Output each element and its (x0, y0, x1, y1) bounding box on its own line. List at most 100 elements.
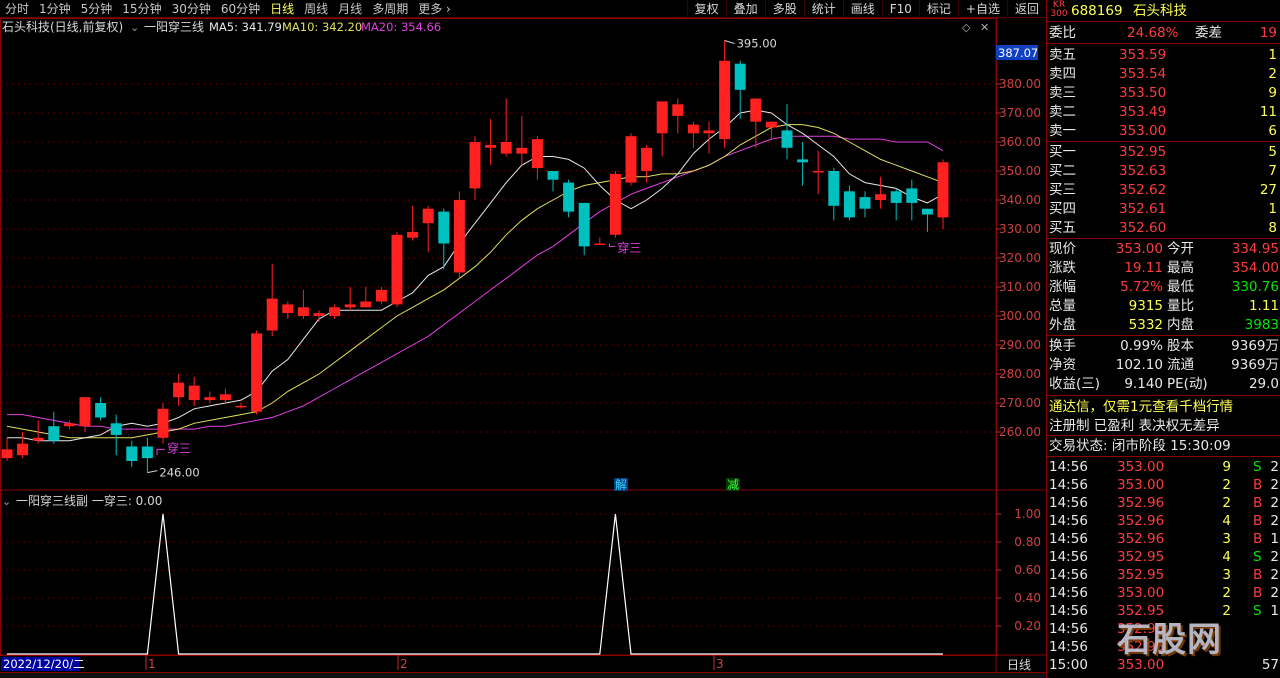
candle-body (375, 289, 387, 302)
bid-row: 买四 352.61 1 (1047, 200, 1280, 218)
tick-price: 352.96 (1117, 513, 1165, 529)
candle-body (204, 397, 216, 401)
candle-body (937, 162, 949, 218)
tick-direction: B (1253, 477, 1263, 493)
toolbar-button-6[interactable]: 标记 (918, 0, 958, 18)
tick-volume: 2 (1222, 477, 1231, 493)
candle-body (906, 188, 918, 203)
candle-body (703, 130, 715, 134)
ask-row: 卖一 353.00 6 (1047, 122, 1280, 140)
candle-body (921, 208, 933, 215)
period-tab-1[interactable]: 1分钟 (34, 0, 76, 18)
stat-label: 今开 (1167, 241, 1194, 257)
period-tab-4[interactable]: 30分钟 (167, 0, 216, 18)
stat-label: 最高 (1167, 260, 1194, 276)
stat-row: 净资 102.10 流通 9369万 (1047, 356, 1280, 374)
candle-body (843, 191, 855, 218)
tick-direction: B (1253, 585, 1263, 601)
bid-volume: 7 (1268, 163, 1277, 179)
tick-count: 2 (1270, 459, 1279, 475)
stat-label: 内盘 (1167, 317, 1194, 333)
tick-direction: S (1253, 549, 1262, 565)
ma5-readout: MA5: 341.79 (209, 20, 282, 34)
candle-body (407, 231, 419, 238)
tick-price: 353.00 (1117, 477, 1165, 493)
stat-value: 330.76 (1231, 279, 1279, 295)
candle-body (500, 142, 512, 154)
tick-row: 14:56 352.96 2 B 2 (1047, 494, 1280, 512)
promo-link[interactable]: 通达信，仅需1元查看千档行情 (1049, 398, 1233, 416)
candle-body (266, 298, 278, 331)
bid-volume: 5 (1268, 144, 1277, 160)
toolbar-button-1[interactable]: 叠加 (725, 0, 765, 18)
tick-direction: B (1253, 567, 1263, 583)
tick-count: 57 (1261, 657, 1279, 673)
tick-count: 2 (1270, 477, 1279, 493)
stat-label: 收益(三) (1049, 376, 1101, 392)
candle-body (453, 200, 465, 273)
candle-body (594, 243, 606, 245)
stat-label: 涨跌 (1049, 260, 1076, 276)
ask-label: 卖四 (1049, 66, 1076, 82)
candle-body (219, 394, 231, 401)
period-tab-3[interactable]: 15分钟 (117, 0, 166, 18)
period-tab-9[interactable]: 多周期 (367, 0, 413, 18)
candle-body (95, 403, 107, 418)
toolbar-button-5[interactable]: F10 (881, 0, 919, 18)
tick-volume: 2 (1222, 495, 1231, 511)
ask-row: 卖三 353.50 9 (1047, 84, 1280, 102)
candlestick-chart[interactable]: 260.00270.00280.00290.00300.00310.00320.… (0, 18, 1046, 678)
toolbar-button-0[interactable]: 复权 (686, 0, 726, 18)
period-tab-8[interactable]: 月线 (333, 0, 367, 18)
candle-body (48, 426, 60, 441)
bid-price: 352.63 (1119, 163, 1167, 179)
register-row: 注册制 已盈利 表决权无差异 (1047, 417, 1280, 435)
bid-row: 买三 352.62 27 (1047, 181, 1280, 199)
period-tab-5[interactable]: 60分钟 (216, 0, 265, 18)
toolbar-button-4[interactable]: 画线 (842, 0, 882, 18)
bid-price: 352.95 (1119, 144, 1167, 160)
bid-price: 352.62 (1119, 182, 1167, 198)
tick-price: 353.00 (1117, 585, 1165, 601)
register-info: 注册制 已盈利 表决权无差异 (1049, 418, 1220, 434)
ask-volume: 9 (1268, 85, 1277, 101)
candle-body (173, 382, 185, 398)
tick-price: 352.96 (1117, 531, 1165, 547)
stat-value: 334.95 (1231, 241, 1279, 257)
tick-count: 2 (1270, 585, 1279, 601)
toolbar-button-7[interactable]: +自选 (957, 0, 1007, 18)
sub-indicator-title: 一阳穿三线副 一穿三: 0.00 (16, 493, 162, 508)
toolbar-button-8[interactable]: 返回 (1006, 0, 1046, 18)
candle-body (516, 147, 528, 154)
ask-volume: 1 (1268, 47, 1277, 63)
period-tab-6[interactable]: 日线 (265, 0, 299, 18)
candle-body (110, 423, 122, 435)
period-tab-2[interactable]: 5分钟 (76, 0, 118, 18)
trade-status: 交易状态: 闭市阶段 15:30:09 (1049, 438, 1231, 454)
period-tab-7[interactable]: 周线 (299, 0, 333, 18)
chart-frame (0, 18, 997, 656)
watermark-logo: 石股网 (1117, 620, 1222, 660)
stat-label: 股本 (1167, 338, 1194, 354)
candle-body (297, 307, 309, 316)
candle-body (79, 397, 91, 427)
tick-volume: 4 (1222, 513, 1231, 529)
bid-volume: 27 (1259, 182, 1277, 198)
tick-row: 14:56 352.96 3 B 1 (1047, 530, 1280, 548)
ask-label: 卖二 (1049, 104, 1076, 120)
weicha-value: 19 (1259, 25, 1277, 41)
jie-label: 解 (615, 478, 627, 492)
y-tick-label: 270.00 (999, 396, 1041, 410)
candle-body (17, 443, 29, 456)
candle-body (672, 104, 684, 116)
ask-volume: 2 (1268, 66, 1277, 82)
candle-body (188, 385, 200, 401)
y-tick-label: 0.80 (1014, 535, 1041, 549)
toolbar-button-2[interactable]: 多股 (764, 0, 804, 18)
period-tab-10[interactable]: 更多 › (413, 0, 456, 18)
y-tick-label: 310.00 (999, 280, 1041, 294)
tick-time: 14:56 (1049, 513, 1088, 529)
toolbar-button-3[interactable]: 统计 (803, 0, 843, 18)
period-tab-0[interactable]: 分时 (0, 0, 34, 18)
tick-price: 353.00 (1117, 459, 1165, 475)
